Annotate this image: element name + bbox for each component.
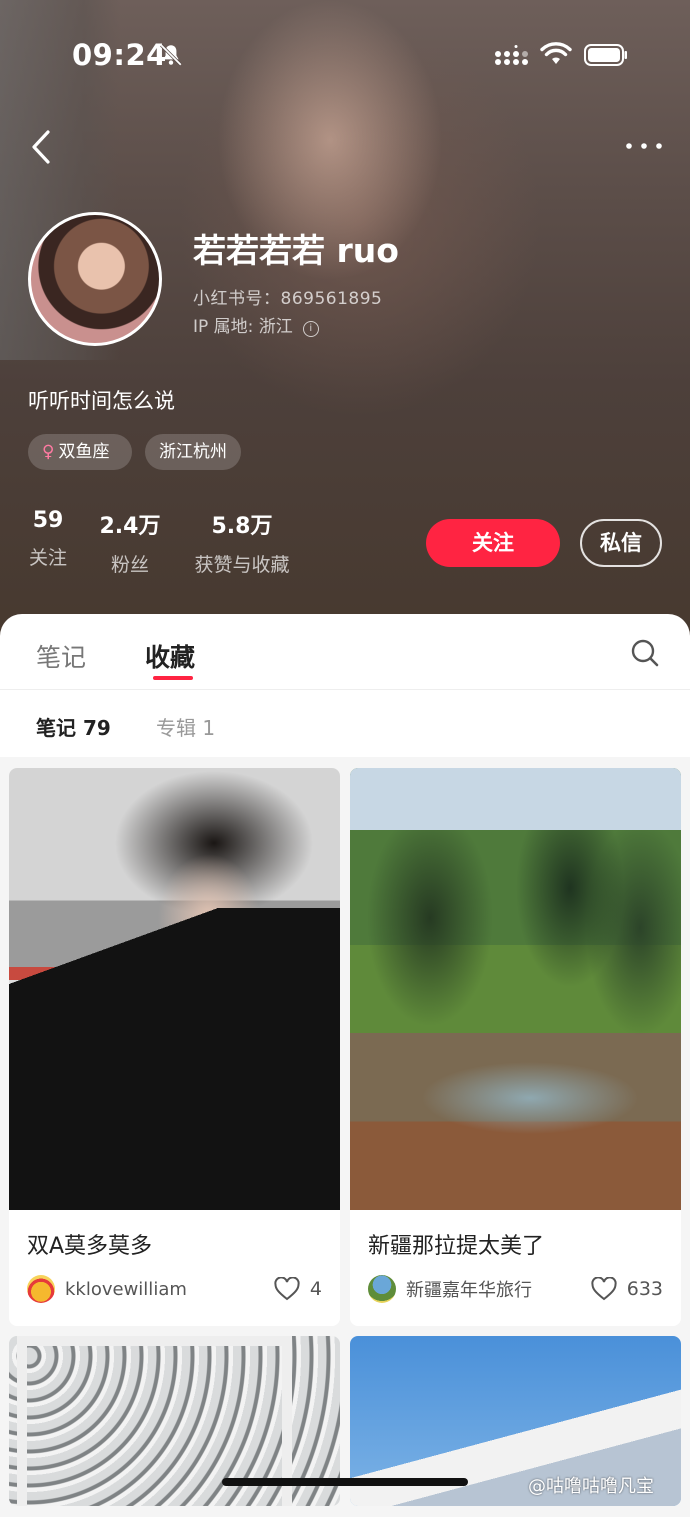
status-bar: 09:24 bbox=[0, 36, 690, 76]
ip-location: IP 属地: 浙江 i bbox=[193, 312, 319, 337]
red-id[interactable]: 小红书号：869561895 bbox=[193, 284, 382, 309]
note-title: 双A莫多莫多 bbox=[27, 1234, 153, 1259]
profile-name: 若若若若 ruo bbox=[193, 231, 399, 270]
stat-likes-favorites[interactable]: 5.8万 获赞与收藏 bbox=[188, 508, 296, 577]
zodiac-tag: ♀ 双鱼座 bbox=[28, 434, 132, 470]
like-count-value: 4 bbox=[309, 1278, 322, 1300]
profile-avatar[interactable] bbox=[28, 212, 162, 346]
stat-following[interactable]: 59 关注 bbox=[28, 508, 68, 570]
like-count[interactable]: 633 bbox=[591, 1274, 663, 1304]
stat-followers-label: 粉丝 bbox=[110, 554, 149, 576]
wifi-icon bbox=[540, 42, 572, 64]
note-card[interactable]: 新疆那拉提太美了 新疆嘉年华旅行 633 bbox=[350, 768, 681, 1326]
home-indicator[interactable] bbox=[222, 1478, 468, 1486]
silent-bell-icon bbox=[160, 44, 182, 66]
note-author[interactable]: kklovewilliam bbox=[27, 1274, 187, 1304]
tab-indicator bbox=[153, 676, 193, 680]
note-cover-image bbox=[350, 768, 681, 1210]
location-tag-label: 浙江杭州 bbox=[159, 442, 227, 462]
cellular-signal-icon bbox=[495, 45, 528, 65]
subtab-notes[interactable]: 笔记 79 bbox=[36, 712, 111, 741]
profile-header: 09:24 若若若若 ruo 小红书号：869561895 IP 属地: 浙江 … bbox=[0, 0, 690, 640]
stat-followers[interactable]: 2.4万 粉丝 bbox=[98, 508, 162, 577]
heart-icon bbox=[274, 1277, 300, 1301]
follow-button[interactable]: 关注 bbox=[426, 519, 560, 567]
note-title: 新疆那拉提太美了 bbox=[368, 1234, 545, 1259]
note-cover-image bbox=[9, 768, 340, 1210]
author-name: 新疆嘉年华旅行 bbox=[406, 1280, 532, 1301]
like-count-value: 633 bbox=[626, 1278, 663, 1300]
stat-following-value: 59 bbox=[32, 508, 64, 533]
profile-bio: 听听时间怎么说 bbox=[28, 389, 175, 413]
heart-icon bbox=[591, 1277, 617, 1301]
cover-detail bbox=[9, 908, 340, 1210]
status-time: 09:24 bbox=[72, 38, 167, 72]
subtab-albums[interactable]: 专辑 1 bbox=[156, 712, 215, 741]
note-card[interactable]: 双A莫多莫多 kklovewilliam 4 bbox=[9, 768, 340, 1326]
stat-likes-label: 获赞与收藏 bbox=[194, 554, 290, 576]
stat-likes-value: 5.8万 bbox=[211, 514, 273, 539]
tab-notes[interactable]: 笔记 bbox=[36, 638, 86, 674]
info-icon[interactable]: i bbox=[302, 321, 319, 337]
tab-favorites[interactable]: 收藏 bbox=[145, 638, 195, 674]
like-count[interactable]: 4 bbox=[274, 1274, 322, 1304]
tabs-divider bbox=[0, 689, 690, 690]
battery-icon bbox=[584, 44, 627, 66]
female-icon: ♀ bbox=[42, 442, 55, 462]
stat-following-label: 关注 bbox=[28, 547, 67, 569]
zodiac-tag-label: 双鱼座 bbox=[58, 442, 110, 462]
search-icon[interactable] bbox=[630, 638, 660, 668]
author-avatar bbox=[368, 1275, 396, 1303]
message-button[interactable]: 私信 bbox=[580, 519, 662, 567]
more-options-icon[interactable] bbox=[624, 138, 664, 154]
note-author[interactable]: 新疆嘉年华旅行 bbox=[368, 1274, 532, 1304]
author-avatar bbox=[27, 1275, 55, 1303]
author-name: kklovewilliam bbox=[65, 1278, 187, 1300]
back-arrow-icon[interactable] bbox=[28, 128, 56, 166]
ip-location-text: IP 属地: 浙江 bbox=[193, 317, 293, 337]
watermark: @咕噜咕噜凡宝 bbox=[528, 1476, 654, 1497]
stat-followers-value: 2.4万 bbox=[99, 514, 161, 539]
location-tag: 浙江杭州 bbox=[145, 434, 241, 470]
